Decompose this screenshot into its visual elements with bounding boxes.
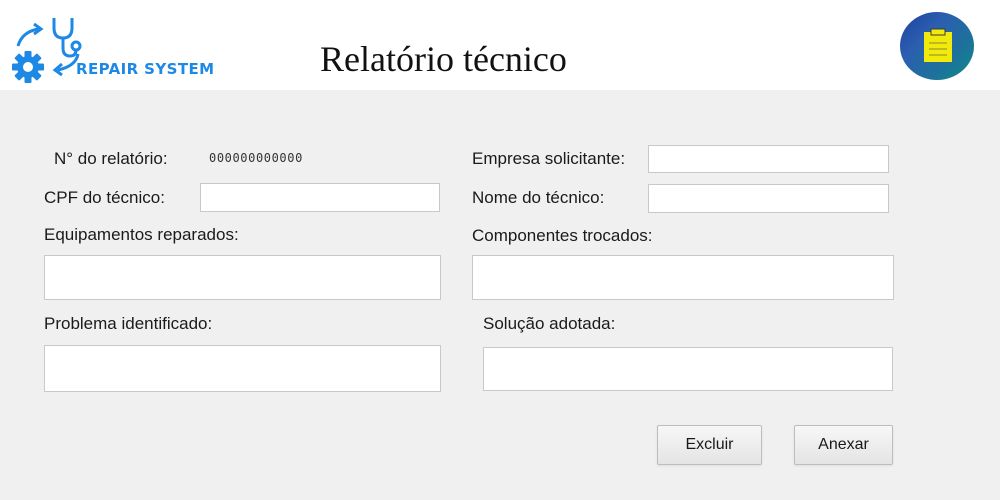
- solution-label: Solução adotada:: [483, 314, 616, 333]
- clipboard-icon: [924, 28, 952, 62]
- problem-label: Problema identificado:: [44, 314, 213, 333]
- clipboard-button[interactable]: [900, 12, 974, 80]
- components-label: Componentes trocados:: [472, 226, 653, 245]
- components-field[interactable]: [472, 255, 894, 300]
- company-field[interactable]: [648, 145, 889, 173]
- report-number-label: N° do relatório:: [54, 149, 168, 168]
- page-title: Relatório técnico: [320, 39, 567, 79]
- company-label: Empresa solicitante:: [472, 149, 626, 168]
- tech-name-field[interactable]: [648, 184, 889, 213]
- logo: REPAIR SYSTEM: [8, 14, 233, 84]
- equipment-field[interactable]: [44, 255, 441, 300]
- cpf-label: CPF do técnico:: [44, 188, 165, 207]
- logo-text: REPAIR SYSTEM: [76, 60, 215, 78]
- report-number-value: 000000000000: [209, 151, 303, 165]
- equipment-label: Equipamentos reparados:: [44, 225, 239, 244]
- tech-name-label: Nome do técnico:: [472, 188, 605, 207]
- solution-field[interactable]: [483, 347, 893, 391]
- header: REPAIR SYSTEM Relatório técnico: [0, 0, 1000, 90]
- cpf-field[interactable]: [200, 183, 440, 212]
- problem-field[interactable]: [44, 345, 441, 392]
- delete-button[interactable]: Excluir: [657, 425, 762, 465]
- attach-button[interactable]: Anexar: [794, 425, 893, 465]
